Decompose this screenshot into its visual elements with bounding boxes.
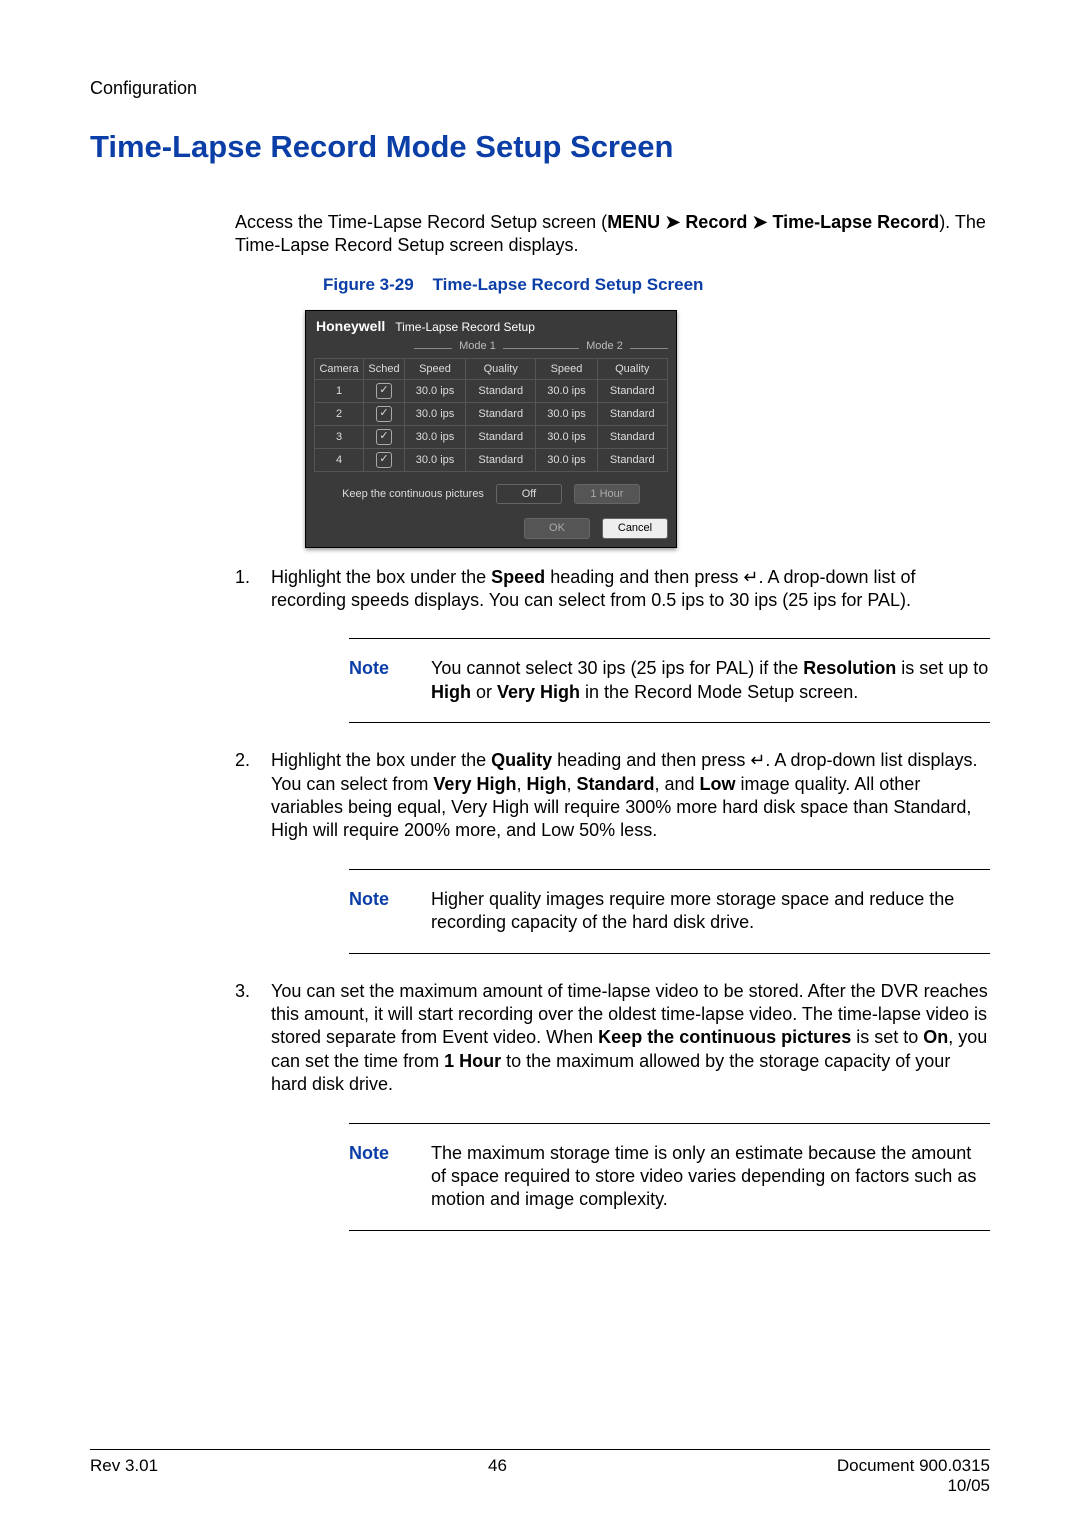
ok-button[interactable]: OK	[524, 518, 590, 538]
checkbox-icon: ✓	[376, 429, 392, 445]
col-speed: Speed	[405, 358, 466, 379]
setup-dialog: Honeywell Time-Lapse Record Setup Mode 1…	[305, 310, 677, 548]
cancel-button[interactable]: Cancel	[602, 518, 668, 538]
note-block: Note You cannot select 30 ips (25 ips fo…	[349, 638, 990, 723]
note-block: Note The maximum storage time is only an…	[349, 1123, 990, 1231]
intro-paragraph: Access the Time-Lapse Record Setup scree…	[235, 211, 990, 258]
arrow-icon: ➤	[752, 212, 767, 232]
settings-table: Camera Sched Speed Quality Speed Quality…	[314, 358, 668, 472]
footer-page: 46	[488, 1456, 507, 1496]
col-quality: Quality	[466, 358, 536, 379]
enter-icon: ↵	[743, 567, 758, 587]
step-1: Highlight the box under the Speed headin…	[235, 566, 990, 724]
table-row: 1 ✓ 30.0 ips Standard 30.0 ips Standard	[315, 380, 668, 403]
table-row: 3 ✓ 30.0 ips Standard 30.0 ips Standard	[315, 426, 668, 449]
enter-icon: ↵	[750, 750, 765, 770]
arrow-icon: ➤	[665, 212, 680, 232]
note-label: Note	[349, 657, 407, 704]
keep-label: Keep the continuous pictures	[342, 487, 484, 501]
footer-date: 10/05	[947, 1476, 990, 1495]
checkbox-icon: ✓	[376, 452, 392, 468]
dialog-title: Time-Lapse Record Setup	[395, 320, 535, 336]
brand-logo: Honeywell	[316, 317, 385, 335]
page-footer: Rev 3.01 46 Document 900.0315 10/05	[90, 1449, 990, 1496]
table-row: 2 ✓ 30.0 ips Standard 30.0 ips Standard	[315, 403, 668, 426]
note-block: Note Higher quality images require more …	[349, 869, 990, 954]
col-quality2: Quality	[597, 358, 668, 379]
keep-duration[interactable]: 1 Hour	[574, 484, 640, 504]
footer-doc: Document 900.0315	[837, 1456, 990, 1475]
checkbox-icon: ✓	[376, 406, 392, 422]
page-title: Time-Lapse Record Mode Setup Screen	[90, 129, 990, 165]
col-sched: Sched	[364, 358, 405, 379]
step-2: Highlight the box under the Quality head…	[235, 749, 990, 953]
note-label: Note	[349, 1142, 407, 1212]
col-speed2: Speed	[536, 358, 597, 379]
mode2-header: Mode 2	[541, 339, 668, 355]
step-3: You can set the maximum amount of time-l…	[235, 980, 990, 1231]
breadcrumb: Configuration	[90, 78, 990, 99]
footer-rev: Rev 3.01	[90, 1456, 158, 1496]
table-row: 4 ✓ 30.0 ips Standard 30.0 ips Standard	[315, 449, 668, 472]
note-text: The maximum storage time is only an esti…	[431, 1142, 990, 1212]
note-text: You cannot select 30 ips (25 ips for PAL…	[431, 657, 990, 704]
col-camera: Camera	[315, 358, 364, 379]
note-label: Note	[349, 888, 407, 935]
checkbox-icon: ✓	[376, 383, 392, 399]
mode1-header: Mode 1	[414, 339, 541, 355]
figure-caption: Figure 3-29 Time-Lapse Record Setup Scre…	[323, 274, 990, 296]
note-text: Higher quality images require more stora…	[431, 888, 990, 935]
keep-toggle[interactable]: Off	[496, 484, 562, 504]
